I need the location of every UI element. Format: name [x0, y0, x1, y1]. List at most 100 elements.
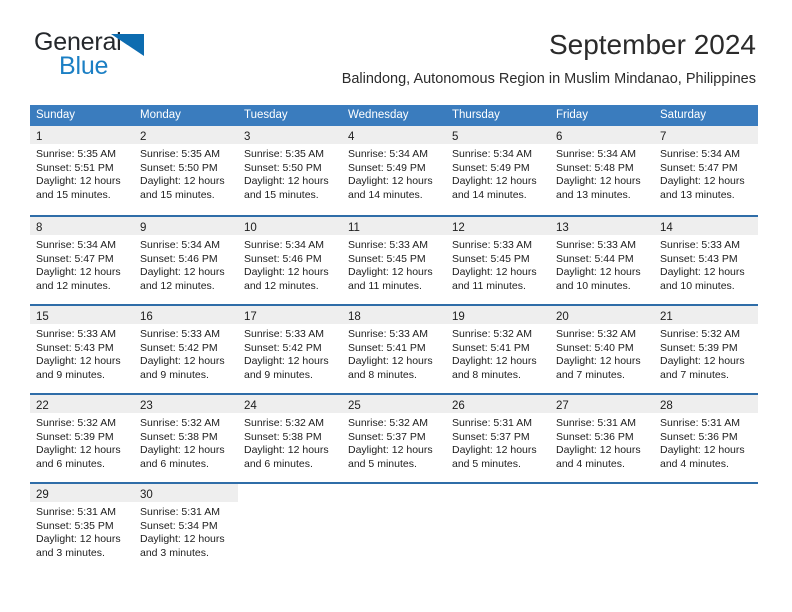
day-number-band: 20 [550, 306, 654, 324]
day-cell-26[interactable]: 26 Sunrise: 5:31 AM Sunset: 5:37 PM Dayligh… [446, 395, 550, 482]
sunset-text: Sunset: 5:46 PM [244, 252, 322, 265]
day-number-band: 6 [550, 126, 654, 144]
daylight-text: Daylight: 12 hours [140, 444, 225, 457]
sunset-text: Sunset: 5:45 PM [348, 252, 426, 265]
day-cell-7[interactable]: 7 Sunrise: 5:34 AM Sunset: 5:47 PM Daylight… [654, 126, 758, 215]
sunset-text: Sunset: 5:38 PM [244, 430, 322, 443]
sunset-text: Sunset: 5:37 PM [348, 430, 426, 443]
sunset-text: Sunset: 5:43 PM [660, 252, 738, 265]
sunset-text: Sunset: 5:48 PM [556, 161, 634, 174]
triangle-flag-icon [111, 34, 144, 56]
sunrise-text: Sunrise: 5:32 AM [244, 417, 324, 429]
day-cell-18[interactable]: 18 Sunrise: 5:33 AM Sunset: 5:41 PM Dayligh… [342, 306, 446, 393]
day-cell-empty [446, 484, 550, 571]
daylight-text-cont: and 14 minutes. [452, 188, 527, 201]
day-number-band: 9 [134, 217, 238, 235]
sunset-text: Sunset: 5:49 PM [452, 161, 530, 174]
day-number-band: 11 [342, 217, 446, 235]
day-cell-empty [342, 484, 446, 571]
sunrise-text: Sunrise: 5:32 AM [36, 417, 116, 429]
daylight-text-cont: and 11 minutes. [348, 279, 422, 292]
daylight-text: Daylight: 12 hours [452, 355, 537, 368]
day-number-band: 28 [654, 395, 758, 413]
sunset-text: Sunset: 5:35 PM [36, 519, 114, 532]
day-cell-8[interactable]: 8 Sunrise: 5:34 AM Sunset: 5:47 PM Daylight… [30, 217, 134, 304]
day-cell-16[interactable]: 16 Sunrise: 5:33 AM Sunset: 5:42 PM Dayligh… [134, 306, 238, 393]
brand-logo[interactable]: General Blue [34, 28, 224, 88]
day-details: Sunrise: 5:32 AM Sunset: 5:39 PM Daylight:… [30, 413, 134, 471]
sunset-text: Sunset: 5:47 PM [660, 161, 738, 174]
day-number-band: 17 [238, 306, 342, 324]
day-cell-12[interactable]: 12 Sunrise: 5:33 AM Sunset: 5:45 PM Dayligh… [446, 217, 550, 304]
day-number: 12 [452, 222, 465, 234]
day-cell-25[interactable]: 25 Sunrise: 5:32 AM Sunset: 5:37 PM Dayligh… [342, 395, 446, 482]
daylight-text: Daylight: 12 hours [660, 266, 745, 279]
day-number: 29 [36, 489, 49, 501]
daylight-text: Daylight: 12 hours [348, 175, 433, 188]
day-details [550, 500, 654, 504]
day-number: 5 [452, 131, 459, 143]
daylight-text-cont: and 9 minutes. [36, 368, 105, 381]
day-cell-17[interactable]: 17 Sunrise: 5:33 AM Sunset: 5:42 PM Dayligh… [238, 306, 342, 393]
day-cell-1[interactable]: 1 Sunrise: 5:35 AM Sunset: 5:51 PM Daylight… [30, 126, 134, 215]
day-cell-29[interactable]: 29 Sunrise: 5:31 AM Sunset: 5:35 PM Dayligh… [30, 484, 134, 571]
daylight-text: Daylight: 12 hours [348, 444, 433, 457]
day-cell-2[interactable]: 2 Sunrise: 5:35 AM Sunset: 5:50 PM Daylight… [134, 126, 238, 215]
sunset-text: Sunset: 5:42 PM [140, 341, 218, 354]
daylight-text-cont: and 12 minutes. [36, 279, 111, 292]
day-cell-11[interactable]: 11 Sunrise: 5:33 AM Sunset: 5:45 PM Dayligh… [342, 217, 446, 304]
sunset-text: Sunset: 5:36 PM [556, 430, 634, 443]
day-cell-9[interactable]: 9 Sunrise: 5:34 AM Sunset: 5:46 PM Daylight… [134, 217, 238, 304]
day-cell-23[interactable]: 23 Sunrise: 5:32 AM Sunset: 5:38 PM Dayligh… [134, 395, 238, 482]
day-cell-21[interactable]: 21 Sunrise: 5:32 AM Sunset: 5:39 PM Dayligh… [654, 306, 758, 393]
day-cell-30[interactable]: 30 Sunrise: 5:31 AM Sunset: 5:34 PM Dayligh… [134, 484, 238, 571]
sunrise-text: Sunrise: 5:33 AM [348, 239, 428, 251]
day-cell-13[interactable]: 13 Sunrise: 5:33 AM Sunset: 5:44 PM Dayligh… [550, 217, 654, 304]
sunrise-text: Sunrise: 5:32 AM [660, 328, 740, 340]
sunrise-text: Sunrise: 5:31 AM [140, 506, 220, 518]
sunset-text: Sunset: 5:34 PM [140, 519, 218, 532]
day-cell-24[interactable]: 24 Sunrise: 5:32 AM Sunset: 5:38 PM Dayligh… [238, 395, 342, 482]
day-number: 2 [140, 131, 147, 143]
daylight-text: Daylight: 12 hours [140, 266, 225, 279]
daylight-text: Daylight: 12 hours [348, 266, 433, 279]
day-cell-6[interactable]: 6 Sunrise: 5:34 AM Sunset: 5:48 PM Daylight… [550, 126, 654, 215]
sunrise-text: Sunrise: 5:33 AM [452, 239, 532, 251]
daylight-text-cont: and 11 minutes. [452, 279, 526, 292]
weekday-header-saturday: Saturday [660, 109, 707, 121]
sunset-text: Sunset: 5:41 PM [348, 341, 426, 354]
calendar-weeks: 1 Sunrise: 5:35 AM Sunset: 5:51 PM Daylight… [30, 126, 758, 571]
day-cell-14[interactable]: 14 Sunrise: 5:33 AM Sunset: 5:43 PM Dayligh… [654, 217, 758, 304]
daylight-text: Daylight: 12 hours [660, 175, 745, 188]
day-cell-10[interactable]: 10 Sunrise: 5:34 AM Sunset: 5:46 PM Dayligh… [238, 217, 342, 304]
day-details: Sunrise: 5:34 AM Sunset: 5:46 PM Daylight:… [238, 235, 342, 293]
day-number-band: 19 [446, 306, 550, 324]
day-number: 1 [36, 131, 43, 143]
sunrise-text: Sunrise: 5:35 AM [140, 148, 220, 160]
day-number-band: 2 [134, 126, 238, 144]
sunset-text: Sunset: 5:42 PM [244, 341, 322, 354]
day-details: Sunrise: 5:35 AM Sunset: 5:50 PM Daylight:… [134, 144, 238, 202]
day-details: Sunrise: 5:33 AM Sunset: 5:45 PM Daylight:… [446, 235, 550, 293]
day-cell-empty [654, 484, 758, 571]
week-row: 1 Sunrise: 5:35 AM Sunset: 5:51 PM Daylight… [30, 126, 758, 215]
day-cell-4[interactable]: 4 Sunrise: 5:34 AM Sunset: 5:49 PM Daylight… [342, 126, 446, 215]
daylight-text: Daylight: 12 hours [244, 355, 329, 368]
sunset-text: Sunset: 5:47 PM [36, 252, 114, 265]
day-cell-22[interactable]: 22 Sunrise: 5:32 AM Sunset: 5:39 PM Dayligh… [30, 395, 134, 482]
day-cell-27[interactable]: 27 Sunrise: 5:31 AM Sunset: 5:36 PM Dayligh… [550, 395, 654, 482]
day-details [654, 500, 758, 504]
day-number: 20 [556, 311, 569, 323]
day-cell-15[interactable]: 15 Sunrise: 5:33 AM Sunset: 5:43 PM Dayligh… [30, 306, 134, 393]
day-cell-20[interactable]: 20 Sunrise: 5:32 AM Sunset: 5:40 PM Dayligh… [550, 306, 654, 393]
day-cell-3[interactable]: 3 Sunrise: 5:35 AM Sunset: 5:50 PM Daylight… [238, 126, 342, 215]
day-details: Sunrise: 5:31 AM Sunset: 5:35 PM Daylight:… [30, 502, 134, 560]
day-cell-19[interactable]: 19 Sunrise: 5:32 AM Sunset: 5:41 PM Dayligh… [446, 306, 550, 393]
day-cell-5[interactable]: 5 Sunrise: 5:34 AM Sunset: 5:49 PM Daylight… [446, 126, 550, 215]
day-details: Sunrise: 5:33 AM Sunset: 5:43 PM Daylight:… [30, 324, 134, 382]
calendar-page: General Blue September 2024 Balindong, A… [0, 0, 792, 612]
day-number-band: 16 [134, 306, 238, 324]
daylight-text: Daylight: 12 hours [556, 266, 641, 279]
day-cell-28[interactable]: 28 Sunrise: 5:31 AM Sunset: 5:36 PM Dayligh… [654, 395, 758, 482]
sunset-text: Sunset: 5:46 PM [140, 252, 218, 265]
